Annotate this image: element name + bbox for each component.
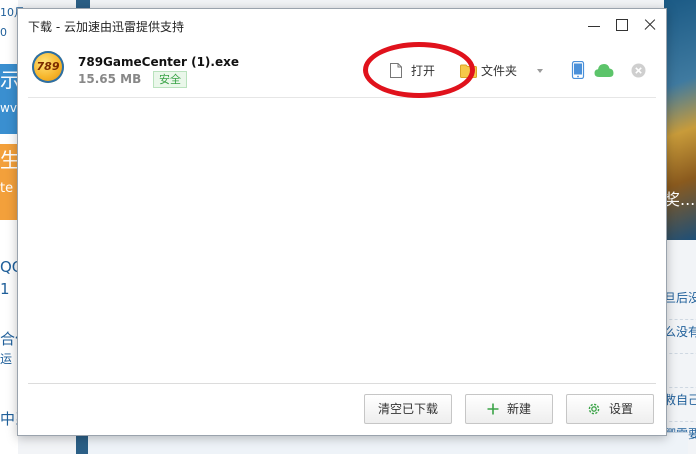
background-orange-panel: 生 te [0, 144, 18, 220]
banner-text: 奖... [664, 190, 696, 209]
bg-fragment: te [0, 181, 14, 196]
chevron-down-icon[interactable] [537, 69, 543, 73]
background-left-links: QQ 1 合作 运 中系 [0, 250, 30, 450]
new-download-label: 新建 [506, 402, 531, 416]
background-blue-panel: 示 wv [0, 64, 18, 134]
download-dialog: 下载 - 云加速由迅雷提供支持 789 789GameCenter (1).ex… [17, 8, 667, 436]
bg-fragment: 运 [0, 352, 13, 366]
close-circle-icon[interactable] [631, 63, 646, 78]
file-name: 789GameCenter (1).exe [78, 55, 239, 69]
phone-icon[interactable] [571, 61, 585, 79]
bg-fragment: 1 [0, 280, 10, 298]
minimize-button[interactable] [584, 15, 604, 35]
bg-link[interactable]: 么没有 [664, 320, 696, 354]
app-icon: 789 [32, 51, 64, 83]
bg-fragment: 0 [0, 26, 7, 39]
bg-link[interactable]: 旦后没 [664, 286, 696, 320]
clear-downloaded-button[interactable]: 清空已下载 [364, 394, 452, 424]
bg-fragment: 示 [0, 68, 18, 92]
dialog-title: 下载 - 云加速由迅雷提供支持 [28, 20, 184, 34]
settings-label: 设置 [608, 402, 633, 416]
gear-icon [588, 403, 600, 414]
background-right-links: 旦后没 么没有 救自己 卿需要 [664, 286, 696, 454]
title-bar[interactable]: 下载 - 云加速由迅雷提供支持 [18, 9, 666, 41]
folder-icon [460, 64, 477, 78]
plus-icon [487, 403, 499, 414]
folder-label: 文件夹 [481, 64, 518, 78]
bg-link[interactable]: 救自己 [664, 388, 696, 422]
download-item[interactable]: 789 789GameCenter (1).exe 15.65 MB 安全 打开… [28, 45, 656, 98]
clear-downloaded-label: 清空已下载 [377, 402, 438, 416]
footer-divider [28, 383, 656, 384]
file-size: 15.65 MB [78, 72, 142, 86]
bg-fragment: 生 [0, 148, 18, 172]
settings-button[interactable]: 设置 [566, 394, 654, 424]
open-label: 打开 [411, 64, 436, 78]
bg-fragment: wv [0, 101, 17, 115]
doc-icon [390, 63, 402, 78]
close-button[interactable] [640, 15, 660, 35]
background-game-banner: 奖... [664, 0, 696, 240]
new-download-button[interactable]: 新建 [465, 394, 553, 424]
safe-badge: 安全 [153, 71, 187, 88]
bg-link[interactable] [664, 354, 696, 388]
maximize-button[interactable] [612, 15, 632, 35]
cloud-icon[interactable] [594, 63, 614, 78]
